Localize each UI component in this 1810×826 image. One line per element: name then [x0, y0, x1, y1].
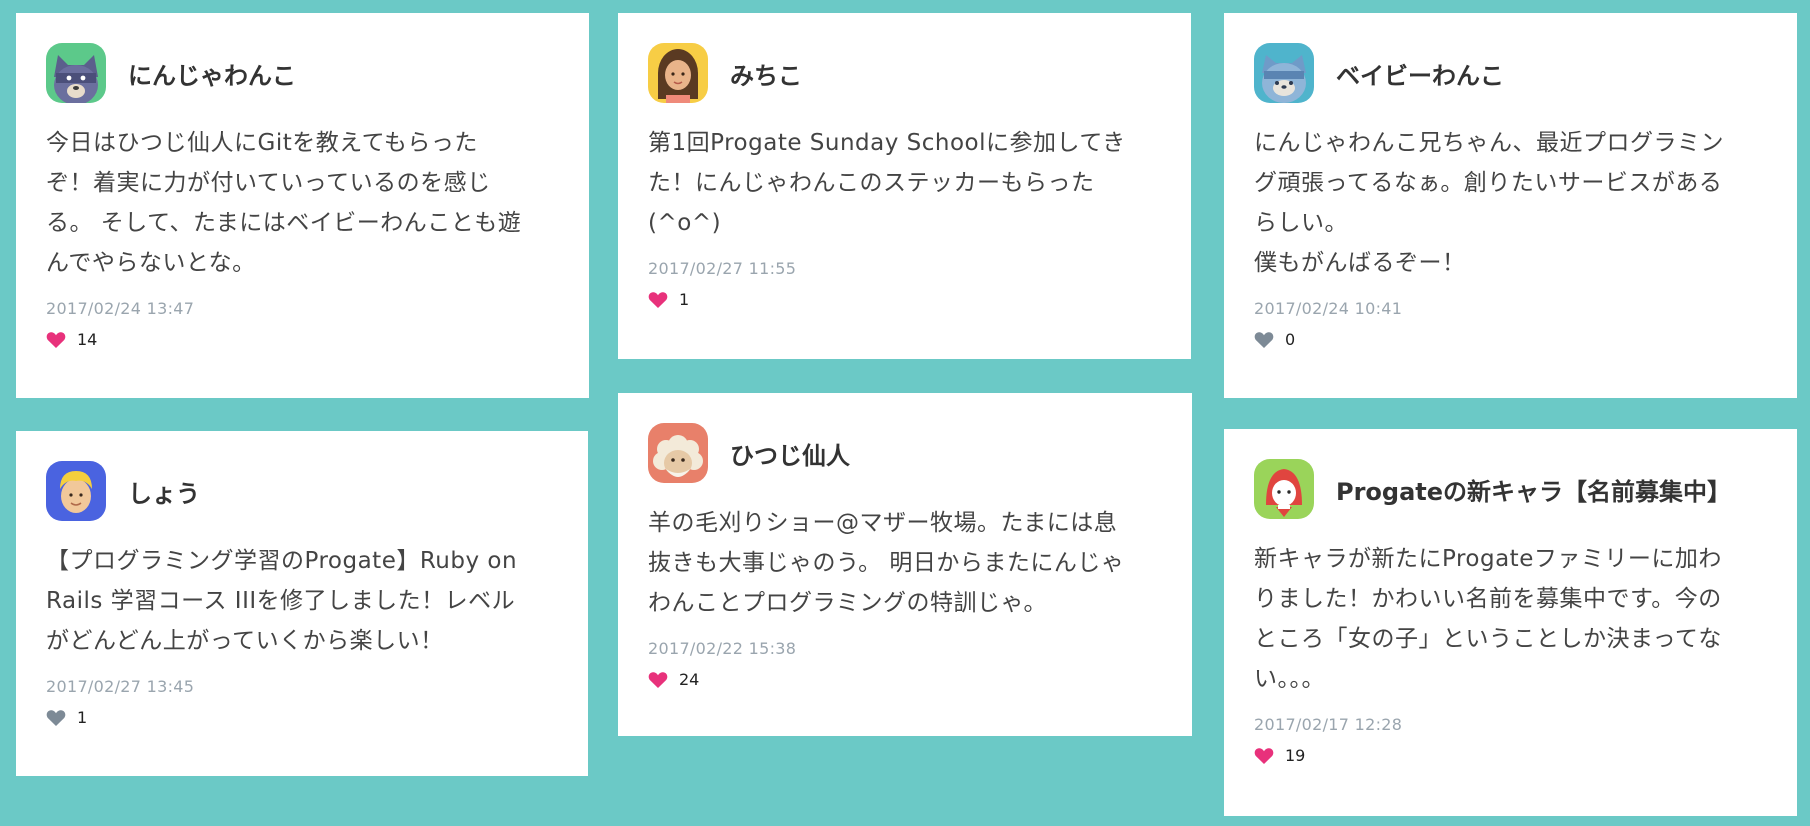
- post-header: にんじゃわんこ: [46, 43, 559, 103]
- username[interactable]: にんじゃわんこ: [128, 56, 296, 91]
- username[interactable]: ベイビーわんこ: [1336, 56, 1504, 91]
- post-date: 2017/02/22 15:38: [648, 639, 797, 658]
- username[interactable]: Progateの新キャラ【名前募集中】: [1336, 472, 1731, 507]
- heart-icon[interactable]: [1254, 747, 1274, 765]
- sho-icon[interactable]: [46, 461, 106, 521]
- username[interactable]: しょう: [128, 474, 200, 509]
- heart-icon[interactable]: [1254, 331, 1274, 349]
- like-area: 1: [46, 708, 558, 727]
- michiko-icon[interactable]: [648, 43, 708, 103]
- post-card-new-character[interactable]: Progateの新キャラ【名前募集中】 新キャラが新たにProgateファミリー…: [1224, 429, 1797, 816]
- username[interactable]: ひつじ仙人: [730, 436, 850, 471]
- like-area: 1: [648, 290, 1161, 309]
- like-count: 24: [679, 670, 700, 689]
- new-character-icon[interactable]: [1254, 459, 1314, 519]
- post-date: 2017/02/27 13:45: [46, 677, 195, 696]
- post-card-baby-wanko[interactable]: ベイビーわんこ にんじゃわんこ兄ちゃん、最近プログラミン グ頑張ってるなぁ。創り…: [1224, 13, 1797, 398]
- like-count: 1: [77, 708, 88, 727]
- post-body: 新キャラが新たにProgateファミリーに加わ りました！かわいい名前を募集中で…: [1254, 546, 1722, 692]
- post-body: にんじゃわんこ兄ちゃん、最近プログラミン グ頑張ってるなぁ。創りたいサービスがあ…: [1254, 130, 1724, 276]
- post-header: ひつじ仙人: [648, 423, 1162, 483]
- hitsuji-sennin-icon[interactable]: [648, 423, 708, 483]
- post-date: 2017/02/24 13:47: [46, 299, 195, 318]
- like-area: 24: [648, 670, 1162, 689]
- heart-icon[interactable]: [46, 709, 66, 727]
- post-card-ninja-wanko[interactable]: にんじゃわんこ 今日はひつじ仙人にGitを教えてもらった ぞ！着実に力が付いてい…: [16, 13, 589, 398]
- like-area: 14: [46, 330, 559, 349]
- post-date: 2017/02/24 10:41: [1254, 299, 1403, 318]
- username[interactable]: みちこ: [730, 56, 802, 91]
- like-count: 14: [77, 330, 98, 349]
- post-header: ベイビーわんこ: [1254, 43, 1767, 103]
- post-header: Progateの新キャラ【名前募集中】: [1254, 459, 1767, 519]
- ninja-wanko-icon[interactable]: [46, 43, 106, 103]
- like-area: 19: [1254, 746, 1767, 765]
- post-card-hitsuji-sennin[interactable]: ひつじ仙人 羊の毛刈りショー@マザー牧場。たまには息 抜きも大事じゃのう。 明日…: [618, 393, 1192, 736]
- like-count: 19: [1285, 746, 1306, 765]
- post-body: 羊の毛刈りショー@マザー牧場。たまには息 抜きも大事じゃのう。 明日からまたにん…: [648, 510, 1125, 616]
- post-date: 2017/02/17 12:28: [1254, 715, 1403, 734]
- post-header: しょう: [46, 461, 558, 521]
- post-card-michiko[interactable]: みちこ 第1回Progate Sunday Schoolに参加してき た！にんじ…: [618, 13, 1191, 359]
- like-area: 0: [1254, 330, 1767, 349]
- heart-icon[interactable]: [648, 671, 668, 689]
- post-body: 今日はひつじ仙人にGitを教えてもらった ぞ！着実に力が付いていっているのを感じ…: [46, 130, 522, 276]
- heart-icon[interactable]: [46, 331, 66, 349]
- post-body: 第1回Progate Sunday Schoolに参加してき た！にんじゃわんこ…: [648, 130, 1126, 236]
- like-count: 0: [1285, 330, 1296, 349]
- post-body: 【プログラミング学習のProgate】Ruby on Rails 学習コース I…: [46, 548, 518, 654]
- like-count: 1: [679, 290, 690, 309]
- heart-icon[interactable]: [648, 291, 668, 309]
- baby-wanko-icon[interactable]: [1254, 43, 1314, 103]
- post-card-sho[interactable]: しょう 【プログラミング学習のProgate】Ruby on Rails 学習コ…: [16, 431, 588, 776]
- post-header: みちこ: [648, 43, 1161, 103]
- post-date: 2017/02/27 11:55: [648, 259, 797, 278]
